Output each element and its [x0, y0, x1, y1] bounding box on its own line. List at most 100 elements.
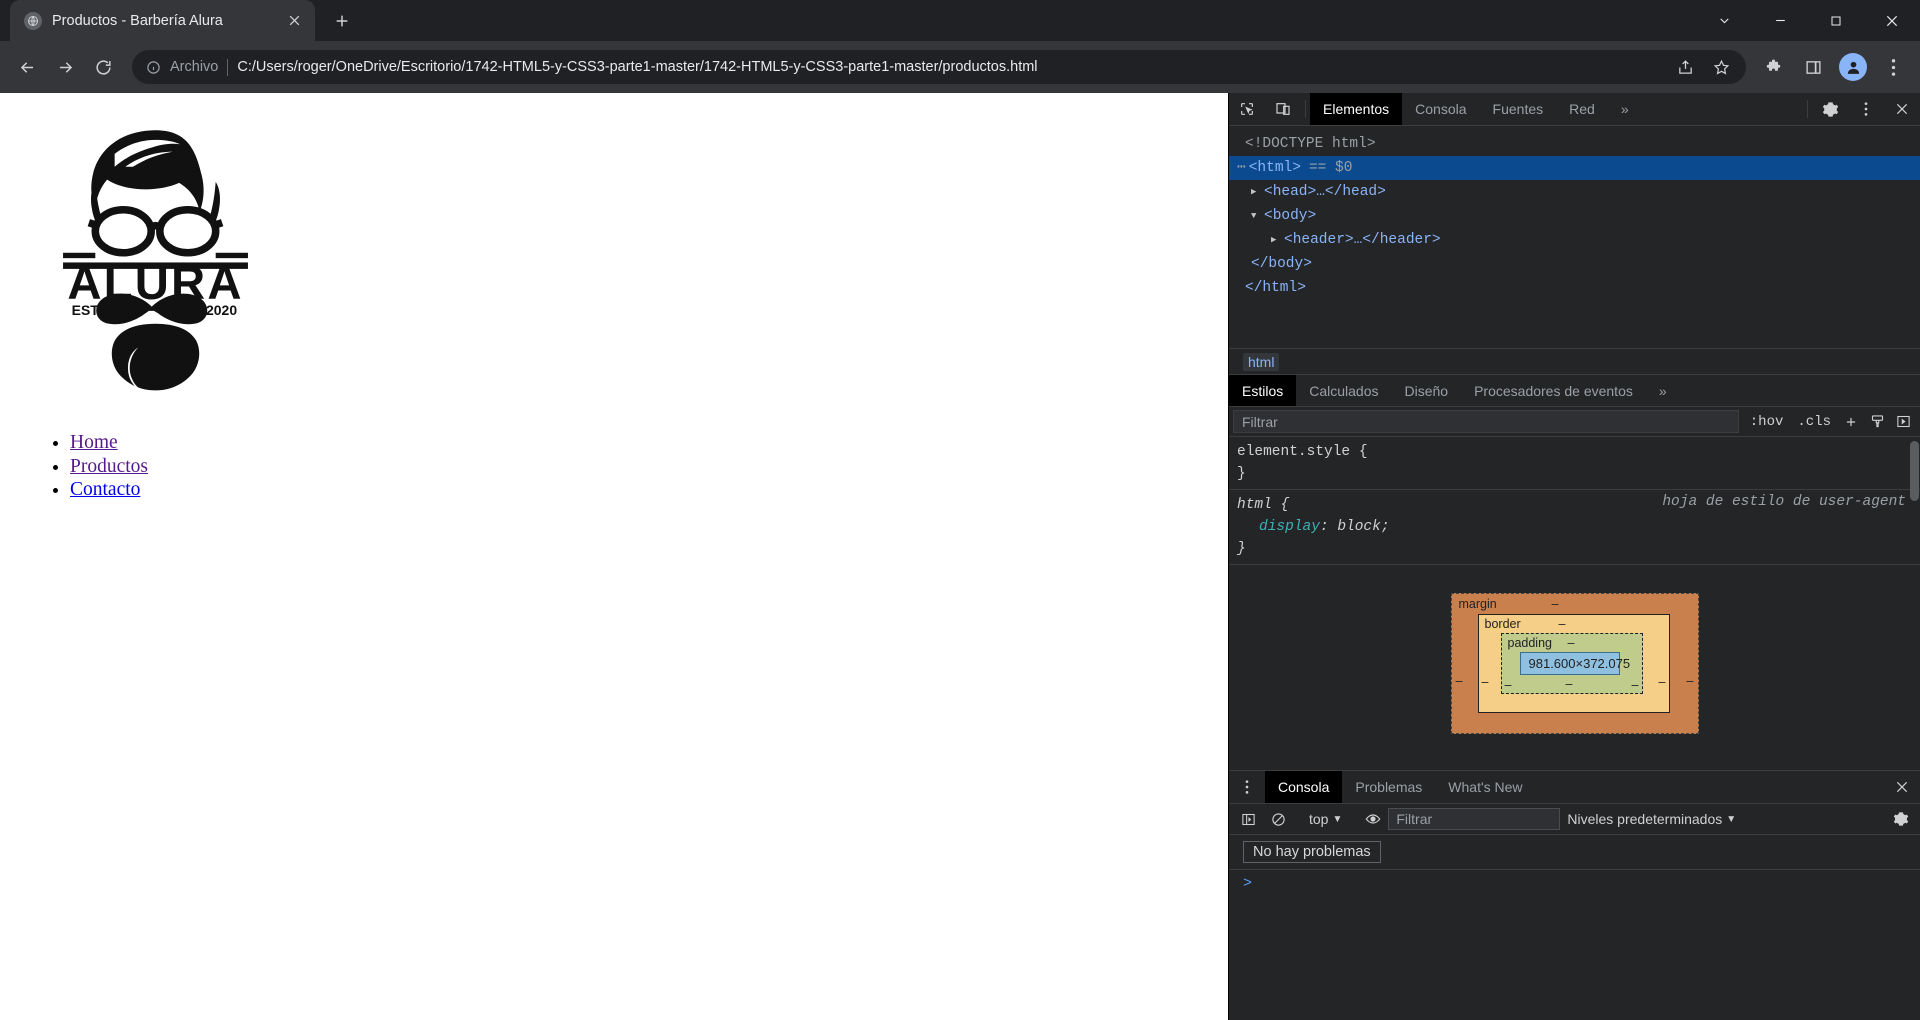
scrollbar-thumb[interactable]: [1910, 441, 1919, 501]
back-arrow-icon[interactable]: [10, 50, 44, 84]
border-right-value[interactable]: –: [1659, 675, 1666, 689]
css-property-name[interactable]: display: [1237, 519, 1320, 535]
browser-tab[interactable]: Productos - Barbería Alura: [10, 0, 315, 41]
css-property-value[interactable]: block: [1337, 519, 1381, 535]
info-circle-icon[interactable]: [146, 60, 161, 75]
close-icon[interactable]: [1864, 0, 1920, 41]
cls-toggle[interactable]: .cls: [1790, 414, 1838, 430]
tab-diseno[interactable]: Diseño: [1392, 375, 1462, 406]
web-page-viewport: ALURA ESTD 2020 Home: [0, 93, 1228, 1020]
close-icon[interactable]: [1884, 771, 1920, 803]
margin-top-value[interactable]: –: [1552, 597, 1559, 611]
dom-node-header[interactable]: ▶ <header>…</header>: [1229, 228, 1920, 252]
nav-link-home[interactable]: Home: [70, 432, 118, 453]
ellipsis-icon: ⋯: [1237, 160, 1247, 176]
reload-icon[interactable]: [86, 50, 120, 84]
chevron-double-right-icon[interactable]: »: [1646, 375, 1680, 406]
drawer-tab-problemas[interactable]: Problemas: [1342, 771, 1435, 803]
three-dots-vertical-icon[interactable]: [1848, 93, 1884, 125]
plus-icon[interactable]: [1838, 415, 1864, 429]
dom-tree[interactable]: <!DOCTYPE html> ⋯ <html> == $0 ▶ <head>……: [1229, 126, 1920, 348]
drawer-tab-whats-new[interactable]: What's New: [1435, 771, 1535, 803]
tab-elementos[interactable]: Elementos: [1310, 93, 1403, 125]
close-icon[interactable]: [1884, 93, 1920, 125]
address-bar[interactable]: Archivo C:/Users/roger/OneDrive/Escritor…: [132, 50, 1746, 84]
dom-node-html-close[interactable]: </html>: [1229, 276, 1920, 300]
globe-icon: [24, 11, 42, 30]
console-prompt[interactable]: >: [1229, 869, 1920, 892]
gear-icon[interactable]: [1886, 811, 1916, 827]
three-dots-vertical-icon[interactable]: [1229, 771, 1265, 803]
border-top-value[interactable]: –: [1559, 617, 1566, 631]
margin-right-value[interactable]: –: [1687, 674, 1694, 688]
dom-node-body-close[interactable]: </body>: [1229, 252, 1920, 276]
hov-toggle[interactable]: :hov: [1743, 414, 1791, 430]
box-model-border[interactable]: border – – – padding – – – 981.600×372.0…: [1477, 614, 1670, 713]
css-selector[interactable]: html: [1237, 497, 1272, 513]
dom-node-doctype[interactable]: <!DOCTYPE html>: [1229, 132, 1920, 156]
box-model-margin[interactable]: margin – – – border – – – padding – – – …: [1450, 593, 1699, 734]
collapse-panel-icon[interactable]: [1890, 414, 1916, 429]
css-rule-html[interactable]: hoja de estilo de user-agent html { disp…: [1229, 490, 1920, 565]
dom-node-head[interactable]: ▶ <head>…</head>: [1229, 180, 1920, 204]
styles-scrollbar[interactable]: [1910, 437, 1919, 770]
chevron-right-icon[interactable]: ▶: [1271, 228, 1279, 252]
minimize-icon[interactable]: [1752, 0, 1808, 41]
forward-arrow-icon[interactable]: [48, 50, 82, 84]
chevron-down-icon[interactable]: ▼: [1251, 204, 1259, 228]
nav-link-productos[interactable]: Productos: [70, 456, 148, 477]
puzzle-piece-icon[interactable]: [1758, 50, 1792, 84]
tab-estilos[interactable]: Estilos: [1229, 375, 1297, 406]
url-text[interactable]: C:/Users/roger/OneDrive/Escritorio/1742-…: [237, 59, 1659, 75]
devtools-tabbar-actions: [1803, 93, 1920, 125]
nav-link-contacto[interactable]: Contacto: [70, 479, 140, 500]
console-output[interactable]: No hay problemas >: [1229, 835, 1920, 1020]
dom-node-body[interactable]: ▼ <body>: [1229, 204, 1920, 228]
padding-left-value[interactable]: –: [1505, 678, 1512, 692]
margin-left-value[interactable]: –: [1456, 674, 1463, 688]
chevron-double-right-icon[interactable]: »: [1608, 93, 1642, 125]
maximize-icon[interactable]: [1808, 0, 1864, 41]
drawer-tab-consola[interactable]: Consola: [1265, 771, 1343, 803]
chevron-right-icon[interactable]: ▶: [1251, 180, 1259, 204]
padding-top-value[interactable]: –: [1568, 636, 1575, 650]
console-levels-selector[interactable]: Niveles predeterminados ▼: [1560, 811, 1743, 827]
tab-procesadores-de-eventos[interactable]: Procesadores de eventos: [1461, 375, 1646, 406]
paint-brush-icon[interactable]: [1864, 414, 1890, 429]
tab-fuentes[interactable]: Fuentes: [1480, 93, 1557, 125]
tab-red[interactable]: Red: [1556, 93, 1608, 125]
styles-body[interactable]: element.style { } hoja de estilo de user…: [1229, 437, 1920, 770]
css-selector[interactable]: element.style: [1237, 444, 1350, 460]
border-left-value[interactable]: –: [1482, 675, 1489, 689]
padding-bottom-value[interactable]: –: [1566, 677, 1573, 691]
box-model-padding[interactable]: padding – – – 981.600×372.075 –: [1500, 633, 1643, 694]
chevron-down-icon[interactable]: [1696, 0, 1752, 41]
padding-right-value[interactable]: –: [1632, 678, 1639, 692]
content-row: ALURA ESTD 2020 Home: [0, 93, 1920, 1020]
inspect-element-icon[interactable]: [1229, 93, 1265, 125]
box-model-content-size[interactable]: 981.600×372.075: [1519, 652, 1630, 675]
tab-consola[interactable]: Consola: [1402, 93, 1479, 125]
dom-node-html[interactable]: ⋯ <html> == $0: [1229, 156, 1920, 180]
tab-calculados[interactable]: Calculados: [1296, 375, 1391, 406]
device-toggle-icon[interactable]: [1265, 93, 1301, 125]
console-sidebar-icon[interactable]: [1233, 812, 1263, 827]
css-rule-element-style[interactable]: element.style { }: [1229, 437, 1920, 490]
star-icon[interactable]: [1704, 50, 1738, 84]
list-item: Home: [70, 431, 1218, 455]
styles-filter-input[interactable]: Filtrar: [1233, 410, 1739, 433]
share-icon[interactable]: [1668, 50, 1702, 84]
console-filter-input[interactable]: Filtrar: [1388, 808, 1561, 830]
user-avatar-icon[interactable]: [1839, 53, 1867, 81]
three-dots-vertical-icon[interactable]: [1876, 50, 1910, 84]
clear-console-icon[interactable]: [1263, 812, 1293, 827]
dom-node-text: <body>: [1264, 208, 1317, 224]
eye-icon[interactable]: [1358, 811, 1388, 827]
dom-node-selection-marker: == $0: [1308, 160, 1353, 176]
new-tab-button[interactable]: [325, 4, 359, 38]
gear-icon[interactable]: [1812, 93, 1848, 125]
side-panel-icon[interactable]: [1796, 50, 1830, 84]
console-context-selector[interactable]: top ▼: [1302, 811, 1349, 827]
breadcrumb-item-html[interactable]: html: [1243, 352, 1280, 371]
close-icon[interactable]: [283, 10, 305, 32]
